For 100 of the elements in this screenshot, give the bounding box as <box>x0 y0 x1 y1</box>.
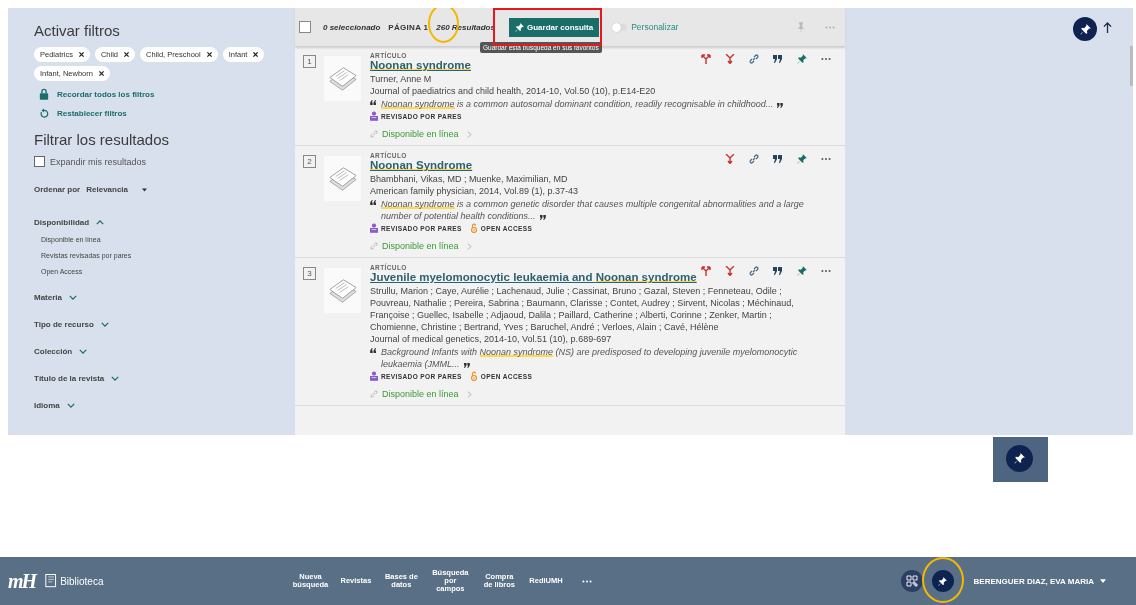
pin-button[interactable] <box>1073 17 1097 41</box>
quote-icon <box>538 215 546 220</box>
checkbox-label: Expandir mis resultados <box>50 156 147 167</box>
availability-link[interactable]: Disponible en línea <box>382 389 459 399</box>
document-thumbnail <box>324 56 361 101</box>
logo-mark: mH <box>8 569 36 593</box>
author-list: Bhambhani, Vikas, MD ; Muenke, Maximilian, MD <box>370 173 835 185</box>
pin-icon <box>514 22 524 32</box>
caret-icon <box>142 187 148 192</box>
author-list: Strullu, Marion ; Caye, Aurélie ; Lachenaud, Julie ; Cassinat, Bruno ; Gazal, Steven ; Fenneteau, Odile ; Pouvreau, Nathalie ; Pereira, Sabrina ; Baumann, Clarisse ; Contet, Audrey ; Sirvent, Nicolas ; Méchinaud, Françoise ; Guellec, Isabelle ; Adjaoud, Dalila ; Paillard, Catherine ; Alberti, Corinne ; Zenker, Martin ; Chomienne, Christine ; Bertrand, Yves ; Baruchel, André ; Verloes, Alain ; Cavé, Hélène <box>370 285 835 333</box>
pin-icon[interactable] <box>797 54 807 64</box>
branch-down-icon[interactable] <box>725 54 735 64</box>
availability-link[interactable]: Disponible en línea <box>382 241 459 251</box>
publication-source: Journal of paediatrics and child health, 2014-10, Vol.50 (10), p.E14-E20 <box>370 85 657 97</box>
lock-icon <box>39 88 49 100</box>
chevron-down-icon[interactable] <box>79 349 88 354</box>
chevron-right-icon <box>466 390 472 398</box>
link-icon <box>370 242 378 250</box>
close-icon[interactable] <box>77 51 85 58</box>
result-number: 1 <box>303 55 316 68</box>
selected-count: 0 seleccionado <box>323 22 381 32</box>
facet-title[interactable]: Colección <box>34 347 73 356</box>
chevron-right-icon <box>466 130 472 138</box>
result-number: 3 <box>303 267 316 280</box>
close-icon[interactable] <box>97 70 105 77</box>
save-query-button[interactable]: Guardar consulta <box>508 17 600 37</box>
pin-button[interactable] <box>931 570 954 592</box>
facet-title[interactable]: Disponibilidad <box>34 218 90 227</box>
facet-title[interactable]: Título de la revista <box>34 374 105 383</box>
document-thumbnail <box>324 156 361 201</box>
checkbox[interactable] <box>34 156 45 167</box>
logo-text: Biblioteca <box>60 575 104 587</box>
publication-source: Journal of medical genetics, 2014-10, Vol.51 (10), p.689-697 <box>370 333 613 345</box>
link-icon <box>370 390 378 398</box>
chevron-down-icon[interactable] <box>111 376 120 381</box>
result-title-link[interactable]: Juvenile myelomonocytic leukaemia and Noonan syndrome <box>370 271 835 283</box>
pin-icon <box>1079 23 1091 35</box>
highlight-circle <box>921 557 964 603</box>
branch-up-icon[interactable] <box>701 266 711 276</box>
pin-icon[interactable] <box>797 154 807 164</box>
arrow-up-icon[interactable] <box>1103 22 1112 33</box>
open-lock-icon <box>469 371 478 381</box>
caret-icon <box>1100 579 1106 583</box>
page-number: PÁGINA 1 <box>388 22 429 32</box>
link-icon[interactable] <box>749 266 759 276</box>
pin-icon <box>1014 453 1025 464</box>
author-list: Turner, Anne M <box>370 73 835 85</box>
sort-dropdown[interactable]: Relevancia <box>86 185 129 194</box>
link-icon <box>370 130 378 138</box>
personalize-label[interactable]: Personalizar <box>631 22 679 32</box>
abstract-snippet: Noonan syndrome is a common autosomal dominant condition, readily recognisable in childhood... <box>381 98 784 110</box>
qr-code-icon <box>905 575 918 587</box>
section-title: Activar filtros <box>34 22 121 39</box>
pin-icon <box>938 576 948 586</box>
chevron-down-icon[interactable] <box>69 295 77 300</box>
book-icon <box>45 573 59 589</box>
peer-reviewed-icon <box>370 223 378 233</box>
user-menu[interactable]: BERENGUER DIAZ, EVA MARIA <box>973 576 1094 586</box>
select-all-checkbox[interactable] <box>299 21 311 33</box>
quote-icon <box>776 103 784 108</box>
abstract-snippet: Noonan syndrome is a common genetic disorder that causes multiple congenital abnormalities and a large number of potential health conditions... <box>381 198 805 222</box>
availability-link[interactable]: Disponible en línea <box>382 129 459 139</box>
chevron-right-icon <box>466 242 472 250</box>
result-title-link[interactable]: Noonan Syndrome <box>370 159 835 171</box>
quote-icon[interactable] <box>773 54 783 64</box>
branch-up-icon[interactable] <box>701 54 711 64</box>
branch-down-icon[interactable] <box>725 266 735 276</box>
quote-icon[interactable] <box>773 266 783 276</box>
quote-icon <box>370 100 377 105</box>
quote-icon[interactable] <box>773 154 783 164</box>
quote-icon <box>370 200 377 205</box>
chevron-down-icon[interactable] <box>100 322 109 327</box>
publication-source: American family physician, 2014, Vol.89 (1), p.37-43 <box>370 185 580 197</box>
abstract-snippet: Background Infants with Noonan syndrome (NS) are predisposed to developing juvenile myelomonocytic leukaemia (JMML... <box>381 346 799 370</box>
result-title-link[interactable]: Noonan syndrome <box>370 59 835 71</box>
document-thumbnail <box>324 268 361 313</box>
peer-reviewed-icon <box>370 111 378 121</box>
filter-action-link[interactable]: Restablecer filtros <box>57 108 127 118</box>
branch-down-icon[interactable] <box>725 154 735 164</box>
close-icon[interactable] <box>252 51 260 58</box>
chevron-up-icon[interactable] <box>96 220 105 225</box>
close-icon[interactable] <box>123 51 131 58</box>
peer-reviewed-icon <box>370 371 378 381</box>
pin-icon[interactable] <box>797 266 807 276</box>
link-icon[interactable] <box>749 154 759 164</box>
qr-code-button[interactable] <box>900 570 923 592</box>
toggle-switch[interactable] <box>613 23 628 31</box>
section-title: Filtrar los resultados <box>34 131 171 148</box>
link-icon[interactable] <box>749 54 759 64</box>
sort-label: Ordenar por <box>34 185 81 194</box>
facet-title[interactable]: Materia <box>34 293 62 302</box>
facet-title[interactable]: Idioma <box>34 401 60 410</box>
more-icon[interactable] <box>581 579 592 583</box>
result-number: 2 <box>303 155 316 168</box>
facet-title[interactable]: Tipo de recurso <box>34 320 94 329</box>
scrollbar[interactable] <box>1130 46 1133 86</box>
chevron-down-icon[interactable] <box>66 403 75 408</box>
close-icon[interactable] <box>205 51 213 58</box>
reset-icon <box>39 107 49 119</box>
filter-action-link[interactable]: Recordar todos los filtros <box>57 89 155 99</box>
